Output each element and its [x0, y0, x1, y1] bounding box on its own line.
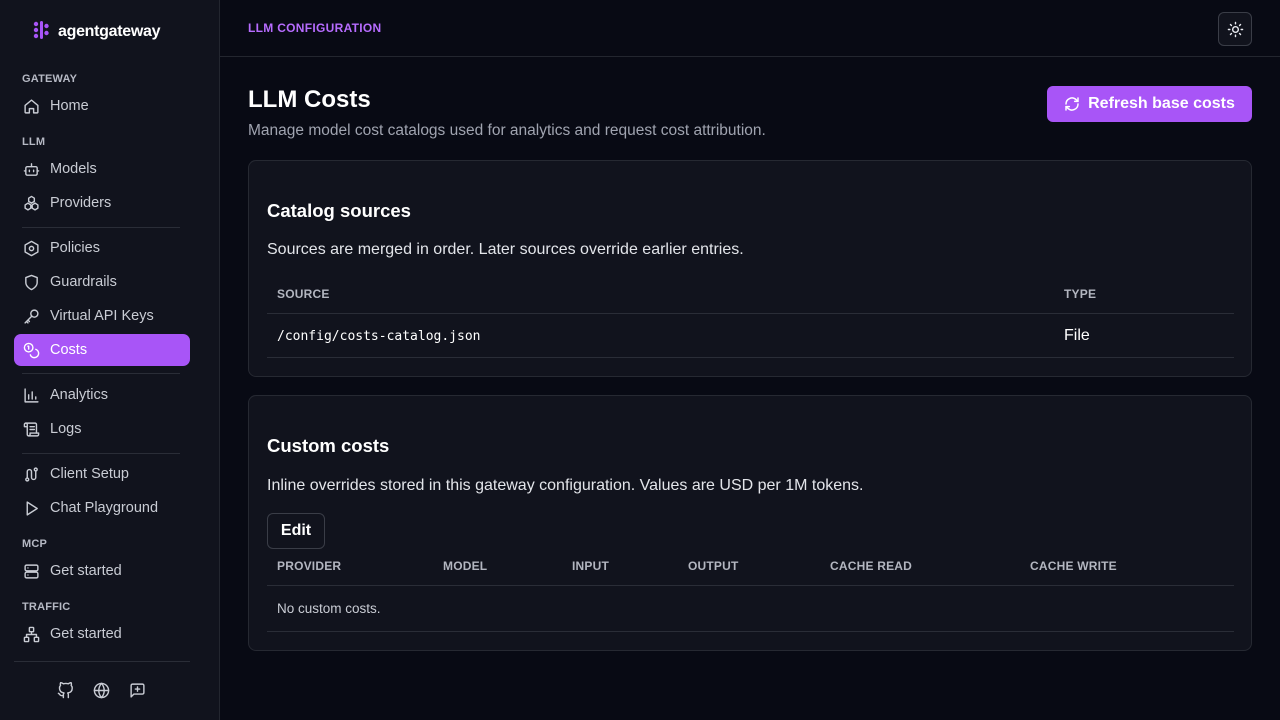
sidebar-item-label: Logs: [50, 421, 82, 437]
section-traffic: TRAFFIC: [22, 601, 71, 613]
source-type: File: [1064, 327, 1090, 344]
refresh-icon: [1065, 97, 1079, 111]
sidebar-item-chat-playground[interactable]: Chat Playground: [14, 492, 190, 524]
page-title: LLM Costs: [248, 86, 371, 113]
catalog-sources-card: Catalog sources Sources are merged in or…: [248, 160, 1252, 377]
hexagon-gear-icon: [24, 240, 39, 256]
nav-divider: [22, 227, 180, 228]
sidebar-item-label: Get started: [50, 626, 122, 642]
sidebar-item-label: Client Setup: [50, 466, 129, 482]
sidebar-item-analytics[interactable]: Analytics: [14, 379, 190, 411]
globe-icon[interactable]: [92, 680, 110, 700]
column-header-provider: PROVIDER: [277, 559, 342, 573]
sidebar-item-traffic-get-started[interactable]: Get started: [14, 618, 190, 650]
refresh-base-costs-button[interactable]: Refresh base costs: [1047, 86, 1252, 122]
nav-divider: [22, 453, 180, 454]
sidebar-item-label: Chat Playground: [50, 500, 159, 516]
robot-icon: [23, 162, 40, 176]
card-title: Custom costs: [267, 435, 390, 456]
row-divider: [267, 357, 1234, 358]
sidebar-item-label: Policies: [50, 240, 100, 256]
nav-divider: [22, 373, 180, 374]
key-icon: [24, 308, 39, 324]
sun-icon: [1227, 21, 1243, 37]
empty-state: No custom costs.: [277, 601, 381, 616]
column-header-cache-write: CACHE WRITE: [1030, 559, 1117, 573]
sidebar-item-label: Get started: [50, 563, 122, 579]
sidebar-item-guardrails[interactable]: Guardrails: [14, 266, 190, 298]
shield-icon: [25, 274, 38, 290]
sidebar-item-label: Providers: [50, 195, 112, 211]
theme-toggle-button[interactable]: [1218, 12, 1252, 46]
sidebar-item-client-setup[interactable]: Client Setup: [14, 458, 190, 490]
sidebar: agentgateway GATEWAY Home LLM Models Pro…: [0, 0, 220, 720]
column-header-output: OUTPUT: [688, 559, 739, 573]
refresh-label: Refresh base costs: [1088, 95, 1235, 112]
sidebar-item-virtual-api-keys[interactable]: Virtual API Keys: [14, 300, 190, 332]
page-subtitle: Manage model cost catalogs used for anal…: [248, 122, 766, 139]
brand[interactable]: agentgateway: [32, 20, 161, 45]
sidebar-item-policies[interactable]: Policies: [14, 232, 190, 264]
section-mcp: MCP: [22, 538, 48, 550]
card-description: Inline overrides stored in this gateway …: [267, 477, 864, 494]
sidebar-item-label: Home: [50, 98, 89, 114]
edit-button[interactable]: Edit: [267, 513, 325, 549]
boxes-icon: [24, 195, 39, 211]
brand-name: agentgateway: [58, 23, 161, 40]
sidebar-item-label: Costs: [50, 342, 88, 358]
sidebar-item-label: Models: [50, 161, 97, 177]
play-icon: [26, 500, 38, 516]
server-icon: [24, 563, 39, 579]
home-icon: [24, 98, 39, 114]
sidebar-item-logs[interactable]: Logs: [14, 413, 190, 445]
footer-divider: [14, 661, 190, 662]
column-header-model: MODEL: [443, 559, 488, 573]
card-title: Catalog sources: [267, 200, 411, 221]
sidebar-item-models[interactable]: Models: [14, 153, 190, 185]
agentgateway-logo-icon: [32, 20, 50, 45]
row-divider: [267, 585, 1234, 586]
breadcrumb: LLM CONFIGURATION: [248, 21, 382, 35]
sidebar-item-home[interactable]: Home: [14, 90, 190, 122]
section-llm: LLM: [22, 136, 46, 148]
feedback-icon[interactable]: [128, 680, 146, 700]
topbar: LLM CONFIGURATION: [220, 0, 1280, 57]
column-header-source: SOURCE: [277, 287, 330, 301]
sidebar-item-mcp-get-started[interactable]: Get started: [14, 555, 190, 587]
sidebar-footer: [56, 680, 146, 700]
bar-chart-icon: [24, 387, 39, 403]
column-header-input: INPUT: [572, 559, 609, 573]
column-header-cache-read: CACHE READ: [830, 559, 913, 573]
route-icon: [25, 466, 38, 482]
row-divider: [267, 313, 1234, 314]
row-divider: [267, 631, 1234, 632]
sidebar-item-label: Virtual API Keys: [50, 308, 154, 324]
card-description: Sources are merged in order. Later sourc…: [267, 241, 744, 258]
custom-costs-card: Custom costs Inline overrides stored in …: [248, 395, 1252, 651]
column-header-type: TYPE: [1064, 287, 1097, 301]
github-icon[interactable]: [56, 680, 74, 700]
scroll-icon: [23, 421, 40, 437]
sidebar-item-providers[interactable]: Providers: [14, 187, 190, 219]
sidebar-item-label: Guardrails: [50, 274, 117, 290]
section-gateway: GATEWAY: [22, 73, 78, 85]
network-icon: [23, 626, 40, 642]
sidebar-item-label: Analytics: [50, 387, 109, 403]
source-path: /config/costs-catalog.json: [277, 329, 481, 344]
sidebar-item-costs[interactable]: Costs: [14, 334, 190, 366]
coins-icon: [23, 342, 40, 358]
